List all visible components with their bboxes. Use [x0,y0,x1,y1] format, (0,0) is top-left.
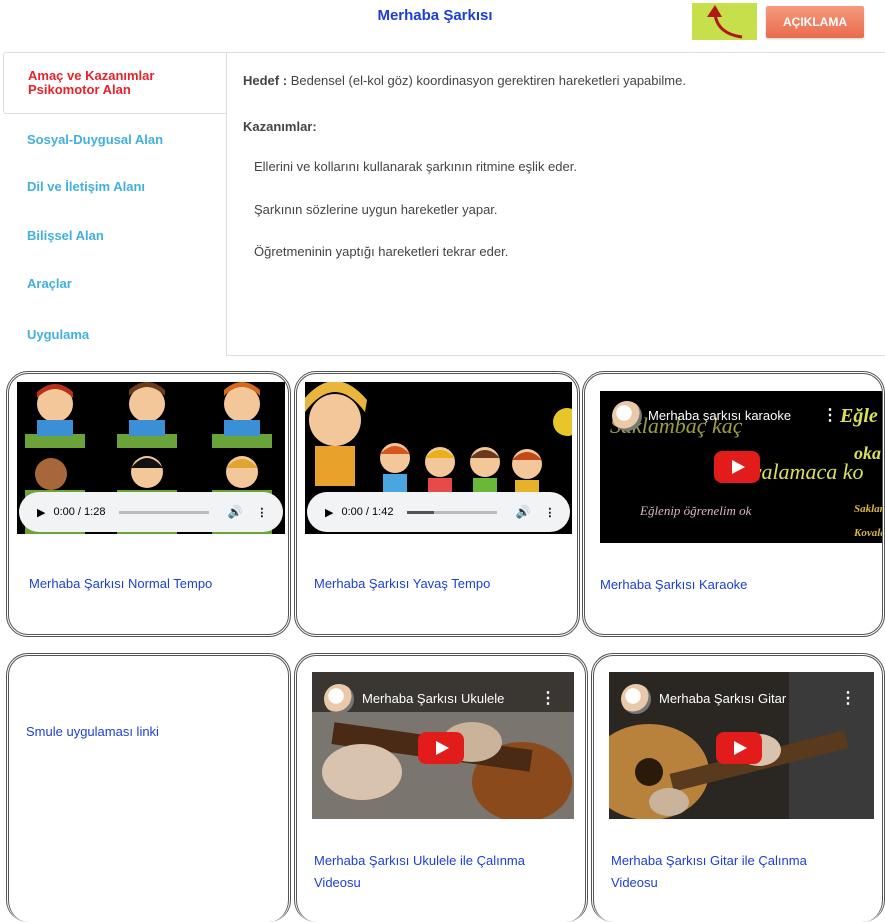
karaoke-overlay-text: Kovala [854,527,885,539]
audio-progress-track[interactable] [119,510,210,514]
media-card: Merhaba Şarkısı Gitar ⋮ Merhaba Şarkısı … [591,653,885,922]
karaoke-overlay-text: Eğlenip öğrenelim ok [640,503,752,518]
video-title[interactable]: Merhaba şarkısı karaoke [648,408,791,423]
kazanim-item: Şarkının sözlerine uygun hareketler yapa… [254,202,498,217]
more-options-icon[interactable]: ⋮ [840,688,856,708]
play-icon[interactable]: ▶ [37,506,45,519]
smule-link[interactable]: Smule uygulaması linki [26,721,159,743]
channel-avatar[interactable] [621,684,651,714]
audio-player[interactable]: ▶ 0:00 / 1:28 🔊 ⋮ [19,492,283,532]
kazanim-item: Ellerini ve kollarını kullanarak şarkını… [254,159,577,174]
card-link[interactable]: Merhaba Şarkısı Gitar ile Çalınma Videos… [611,850,807,894]
channel-avatar[interactable] [324,684,354,714]
tab-amac-psikomotor[interactable]: Amaç ve Kazanımlar Psikomotor Alan [3,52,226,114]
audio-cover-image: ▶ 0:00 / 1:28 🔊 ⋮ [17,382,285,534]
media-card: Kovalamaca ko Eğlenip öğrenelim ok Sakla… [582,371,885,637]
audio-progress-track[interactable] [407,510,498,514]
video-embed[interactable]: Merhaba Şarkısı Gitar ⋮ [609,672,874,819]
hedef-label: Hedef : [243,73,288,88]
curved-arrow-back-icon [707,5,743,39]
back-button[interactable] [692,3,757,40]
youtube-play-icon[interactable] [716,732,762,764]
audio-time: 0:00 / 1:28 [53,506,106,518]
more-options-icon[interactable]: ⋮ [822,405,838,425]
aciklama-button[interactable]: AÇIKLAMA [766,6,864,38]
channel-avatar[interactable] [612,401,642,431]
video-title[interactable]: Merhaba Şarkısı Gitar [659,691,786,706]
video-embed[interactable]: Merhaba Şarkısı Ukulele ⋮ [312,672,574,819]
card-link[interactable]: Merhaba Şarkısı Normal Tempo [29,573,212,595]
tab-uygulama[interactable]: Uygulama [3,327,226,342]
karaoke-overlay-text: Eğle [840,405,878,427]
play-icon[interactable]: ▶ [325,506,333,519]
media-card: Merhaba Şarkısı Ukulele ⋮ Merhaba Şarkıs… [294,653,588,922]
volume-icon[interactable]: 🔊 [227,505,242,519]
kazanimlar-label: Kazanımlar: [243,119,317,134]
audio-progress-fill [407,510,435,514]
more-options-icon[interactable]: ⋮ [256,506,267,519]
tab-content: Hedef : Bedensel (el-kol göz) koordinasy… [226,52,885,356]
card-link[interactable]: Merhaba Şarkısı Yavaş Tempo [314,573,490,595]
tab-label-line1: Amaç ve Kazanımlar [28,68,155,83]
more-options-icon[interactable]: ⋮ [544,506,555,519]
volume-icon[interactable]: 🔊 [515,505,530,519]
more-options-icon[interactable]: ⋮ [540,688,556,708]
audio-cover-image: ▶ 0:00 / 1:42 🔊 ⋮ [305,382,572,534]
hedef-line: Hedef : Bedensel (el-kol göz) koordinasy… [243,73,686,88]
card-link[interactable]: Merhaba Şarkısı Karaoke [600,574,747,596]
karaoke-overlay-text: Saklam [854,503,885,515]
youtube-play-icon[interactable] [714,451,760,483]
video-embed[interactable]: Kovalamaca ko Eğlenip öğrenelim ok Sakla… [600,391,885,543]
card-link-line1: Merhaba Şarkısı Ukulele ile Çalınma [314,853,525,868]
card-link-line1: Merhaba Şarkısı Gitar ile Çalınma [611,853,807,868]
card-link-line2: Videosu [314,875,361,890]
kazanim-item: Öğretmeninin yaptığı hareketleri tekrar … [254,244,509,259]
audio-time: 0:00 / 1:42 [341,506,394,518]
video-title[interactable]: Merhaba Şarkısı Ukulele [362,691,504,706]
youtube-play-icon[interactable] [418,732,464,764]
card-link-line2: Videosu [611,875,658,890]
media-card: Smule uygulaması linki [6,653,291,922]
media-card: ▶ 0:00 / 1:28 🔊 ⋮ Merhaba Şarkısı Normal… [6,371,291,637]
tab-araclar[interactable]: Araçlar [3,276,226,291]
card-link[interactable]: Merhaba Şarkısı Ukulele ile Çalınma Vide… [314,850,525,894]
tab-label-line2: Psikomotor Alan [28,82,131,97]
karaoke-overlay-text: oka [854,443,881,463]
tab-bilissel[interactable]: Bilişsel Alan [3,228,226,243]
hedef-text: Bedensel (el-kol göz) koordinasyon gerek… [290,73,686,88]
tab-dil-iletisim[interactable]: Dil ve İletişim Alanı [3,179,226,194]
media-card: ▶ 0:00 / 1:42 🔊 ⋮ Merhaba Şarkısı Yavaş … [294,371,580,637]
tab-panel: Hedef : Bedensel (el-kol göz) koordinasy… [3,52,885,356]
audio-player[interactable]: ▶ 0:00 / 1:42 🔊 ⋮ [307,492,570,532]
tab-sosyal-duygusal[interactable]: Sosyal-Duygusal Alan [3,132,226,147]
